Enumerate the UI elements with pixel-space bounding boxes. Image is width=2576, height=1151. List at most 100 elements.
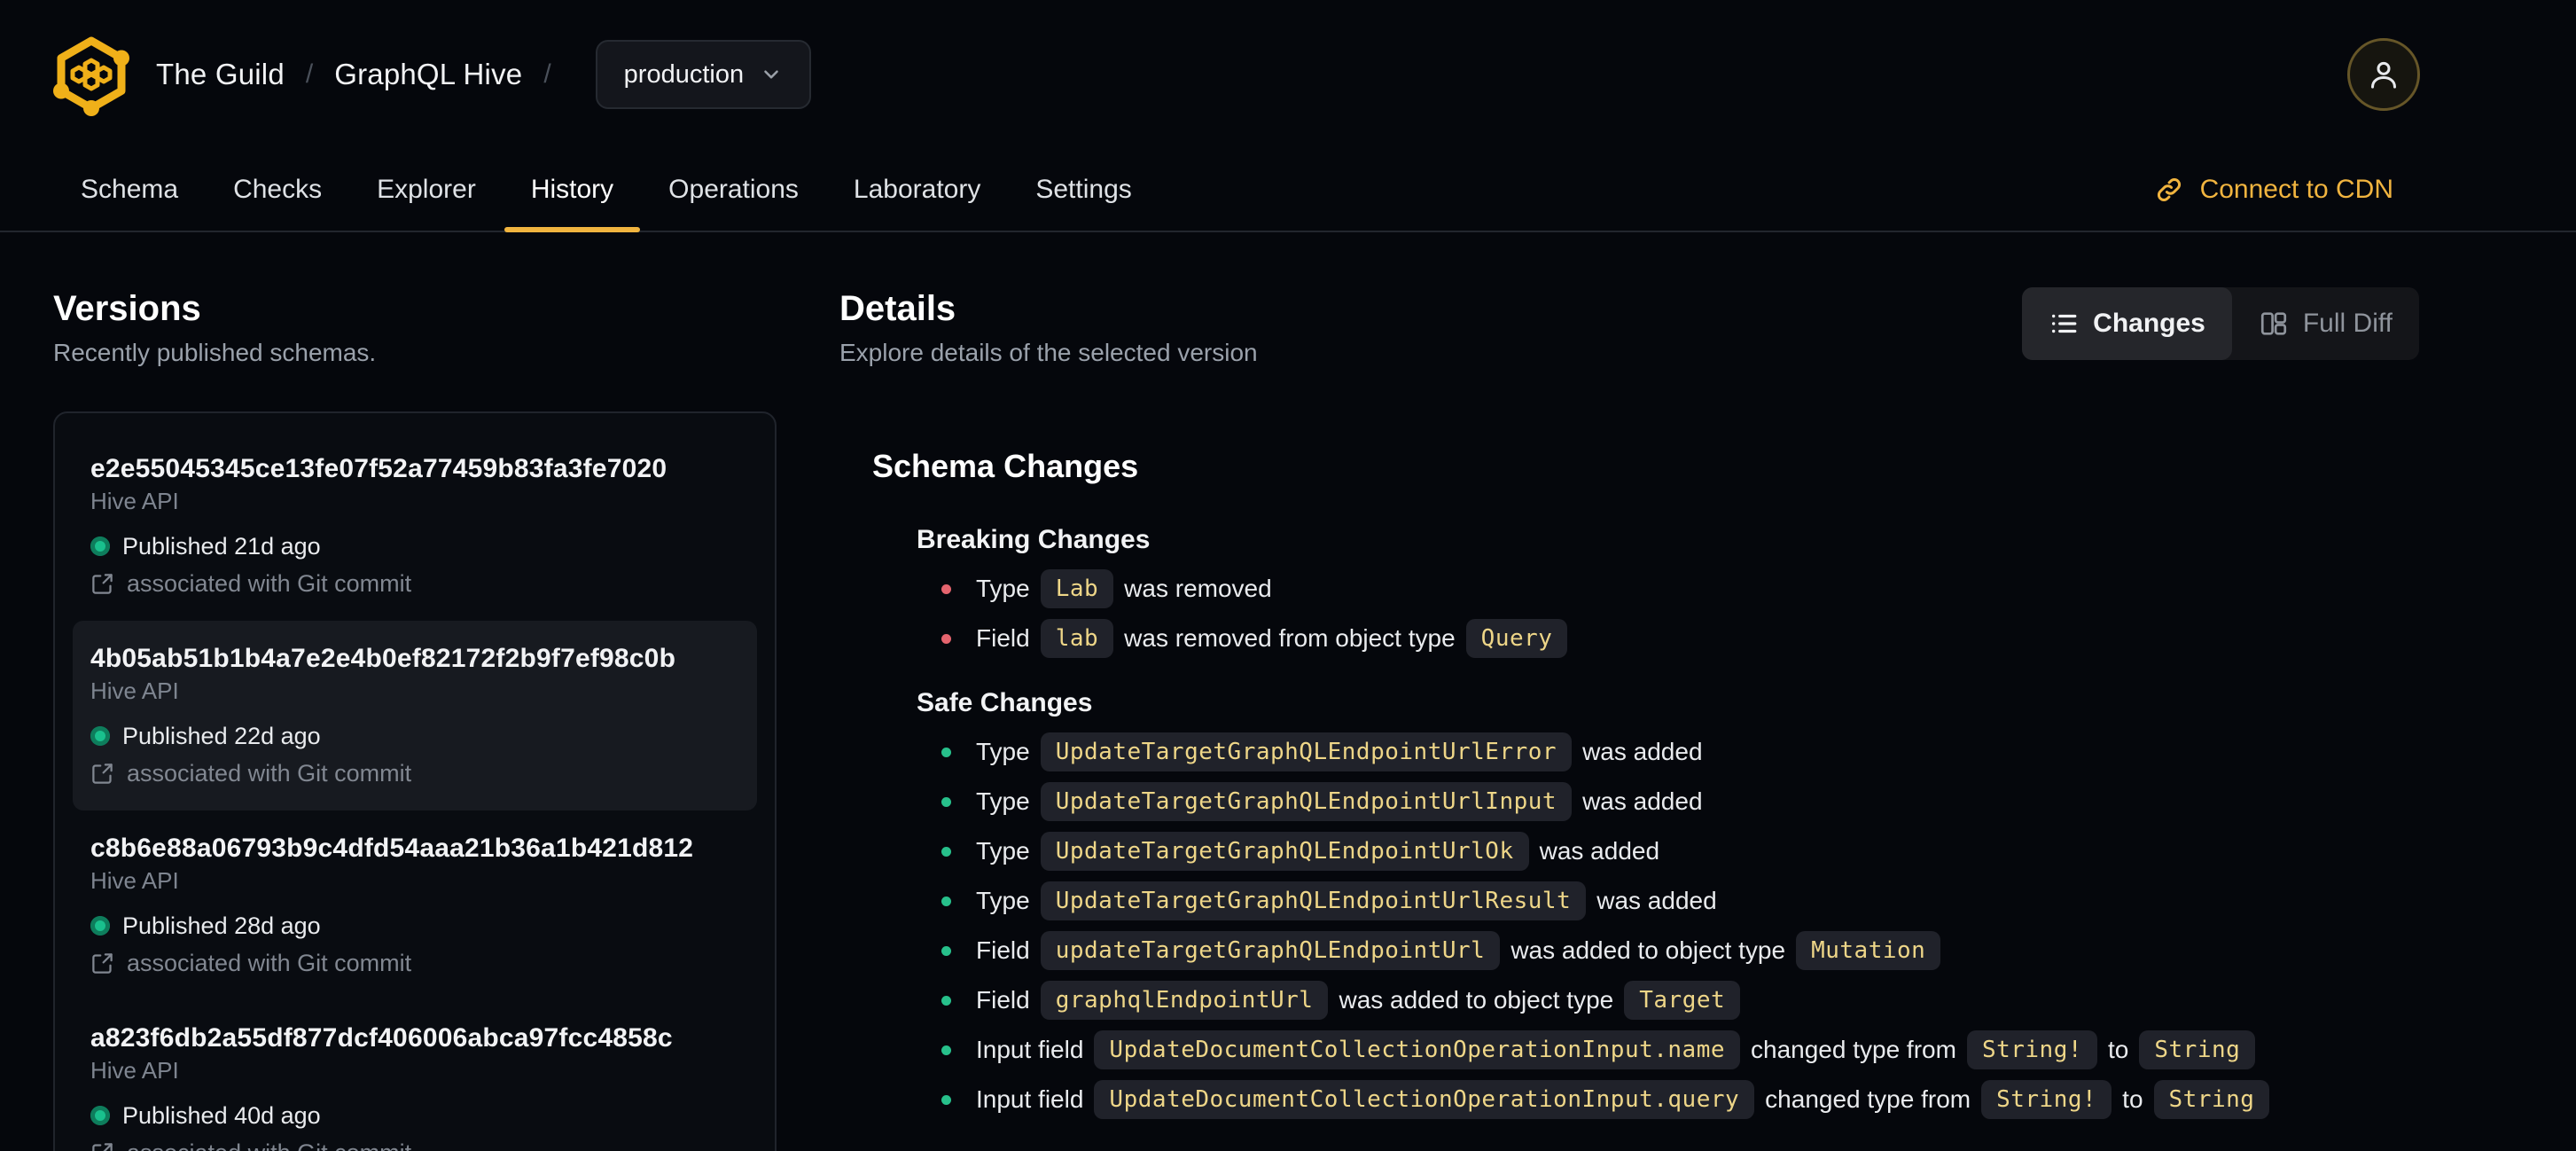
- nav-tab-schema[interactable]: Schema: [81, 149, 178, 231]
- nav-tabs: Schema Checks Explorer History Operations Lab…: [81, 149, 1132, 232]
- view-toggle: Changes Full Diff: [2022, 287, 2419, 360]
- connect-to-cdn-label: Connect to CDN: [2199, 175, 2393, 204]
- version-published-label: Published 40d ago: [122, 1101, 321, 1129]
- nav-tab-explorer[interactable]: Explorer: [377, 149, 476, 231]
- change-row: Input field UpdateDocumentCollectionOpera…: [941, 1025, 2419, 1075]
- nav-tab-checks[interactable]: Checks: [233, 149, 322, 231]
- change-text: Field: [976, 936, 1030, 964]
- main-content: Versions Recently published schemas. e2e…: [0, 232, 2576, 1151]
- safe-changes-list: Type UpdateTargetGraphQLEndpointUrlError w…: [872, 727, 2419, 1124]
- version-published-label: Published 21d ago: [122, 532, 321, 560]
- nav-tab-operations[interactable]: Operations: [668, 149, 799, 231]
- version-published-status: Published 22d ago: [90, 720, 739, 752]
- version-list-item[interactable]: c8b6e88a06793b9c4dfd54aaa21b36a1b421d812…: [73, 810, 757, 1000]
- target-selector-dropdown[interactable]: production: [595, 40, 812, 109]
- version-service-name: Hive API: [90, 867, 179, 894]
- link-icon: [2157, 178, 2181, 201]
- version-git-commit-link[interactable]: associated with Git commit: [90, 757, 739, 789]
- code-chip: Target: [1624, 981, 1741, 1020]
- connect-to-cdn-link[interactable]: Connect to CDN: [2154, 175, 2393, 205]
- change-text: Type: [976, 887, 1030, 914]
- target-selector-value: production: [623, 59, 745, 89]
- breadcrumb-separator: /: [305, 59, 314, 89]
- version-git-commit-link[interactable]: associated with Git commit: [90, 568, 739, 599]
- published-dot-icon: [90, 1106, 110, 1125]
- safe-bullet-icon: [941, 1045, 951, 1055]
- code-chip: Query: [1465, 619, 1568, 658]
- project-nav: Schema Checks Explorer History Operations Lab…: [0, 149, 2576, 232]
- view-toggle-changes[interactable]: Changes: [2022, 287, 2232, 360]
- version-list-item[interactable]: e2e55045345ce13fe07f52a77459b83fa3fe7020…: [73, 431, 757, 621]
- version-commit-hash: c8b6e88a06793b9c4dfd54aaa21b36a1b421d812: [90, 834, 694, 863]
- published-dot-icon: [90, 916, 110, 936]
- nav-tab-settings[interactable]: Settings: [1035, 149, 1131, 231]
- safe-bullet-icon: [941, 945, 951, 956]
- safe-bullet-icon: [941, 747, 951, 757]
- version-git-commit-link[interactable]: associated with Git commit: [90, 947, 739, 979]
- change-text: Field: [976, 624, 1030, 652]
- change-text: was removed: [1124, 575, 1272, 602]
- versions-subtitle: Recently published schemas.: [53, 339, 377, 366]
- version-commit-hash: a823f6db2a55df877dcf406006abca97fcc4858c: [90, 1023, 673, 1053]
- safe-bullet-icon: [941, 995, 951, 1006]
- git-commit-label: associated with Git commit: [127, 569, 412, 597]
- breaking-bullet-icon: [941, 633, 951, 644]
- change-text: changed type from: [1751, 1036, 1956, 1063]
- nav-tab-laboratory[interactable]: Laboratory: [854, 149, 980, 231]
- change-text: was added: [1582, 738, 1703, 765]
- user-avatar-button[interactable]: [2347, 38, 2420, 111]
- code-chip: Mutation: [1796, 931, 1941, 970]
- code-chip: String: [2153, 1080, 2270, 1119]
- breaking-changes-list: Type Lab was removed Field lab was removed fr…: [872, 564, 2419, 663]
- external-link-icon: [92, 573, 113, 594]
- list-icon: [2052, 314, 2077, 333]
- version-git-commit-link[interactable]: associated with Git commit: [90, 1137, 739, 1151]
- change-text: was added: [1582, 787, 1703, 815]
- code-chip: lab: [1040, 619, 1114, 658]
- chevron-down-icon: [764, 70, 778, 79]
- change-text: Type: [976, 575, 1030, 602]
- change-row: Type UpdateTargetGraphQLEndpointUrlError w…: [941, 727, 2419, 777]
- version-service-name: Hive API: [90, 1057, 179, 1084]
- version-commit-hash: 4b05ab51b1b4a7e2e4b0ef82172f2b9f7ef98c0b: [90, 644, 676, 673]
- change-text: to: [2122, 1085, 2143, 1113]
- breadcrumb-org[interactable]: The Guild: [156, 58, 285, 91]
- details-heading-block: Details Explore details of the selected …: [839, 287, 1258, 369]
- change-text: to: [2108, 1036, 2129, 1063]
- change-text: Type: [976, 738, 1030, 765]
- code-chip: updateTargetGraphQLEndpointUrl: [1040, 931, 1501, 970]
- version-service-name: Hive API: [90, 488, 179, 514]
- version-published-label: Published 28d ago: [122, 912, 321, 939]
- version-list-item[interactable]: 4b05ab51b1b4a7e2e4b0ef82172f2b9f7ef98c0b…: [73, 621, 757, 810]
- code-chip: graphqlEndpointUrl: [1040, 981, 1329, 1020]
- change-text: was added to object type: [1339, 986, 1614, 1014]
- change-text: was added to object type: [1510, 936, 1786, 964]
- details-title: Details: [839, 289, 956, 328]
- safe-changes-title: Safe Changes: [917, 688, 1093, 717]
- breadcrumb-separator: /: [543, 59, 551, 89]
- change-row: Type UpdateTargetGraphQLEndpointUrlResult…: [941, 876, 2419, 926]
- change-text: was added: [1539, 837, 1660, 865]
- git-commit-label: associated with Git commit: [127, 949, 412, 976]
- version-list-item[interactable]: a823f6db2a55df877dcf406006abca97fcc4858c…: [73, 1000, 757, 1151]
- external-link-icon: [92, 1142, 113, 1151]
- git-commit-label: associated with Git commit: [127, 759, 412, 787]
- top-bar: The Guild / GraphQL Hive / production: [0, 0, 2576, 149]
- versions-panel: Versions Recently published schemas. e2e…: [53, 287, 777, 1151]
- view-toggle-full-diff[interactable]: Full Diff: [2232, 287, 2419, 360]
- version-published-status: Published 21d ago: [90, 530, 739, 562]
- published-dot-icon: [90, 726, 110, 746]
- breadcrumb-project[interactable]: GraphQL Hive: [334, 58, 522, 91]
- safe-bullet-icon: [941, 896, 951, 906]
- safe-bullet-icon: [941, 1094, 951, 1105]
- external-link-icon: [92, 763, 113, 784]
- details-header: Details Explore details of the selected …: [839, 287, 2419, 369]
- nav-tab-history[interactable]: History: [503, 149, 641, 232]
- change-row: Field updateTargetGraphQLEndpointUrl was a…: [941, 926, 2419, 975]
- versions-title: Versions: [53, 289, 201, 328]
- change-groups: Breaking Changes Type Lab was removed Field l…: [872, 523, 2419, 1124]
- git-commit-label: associated with Git commit: [127, 1139, 411, 1151]
- breaking-bullet-icon: [941, 583, 951, 594]
- change-text: Type: [976, 787, 1030, 815]
- change-text: Input field: [976, 1085, 1084, 1113]
